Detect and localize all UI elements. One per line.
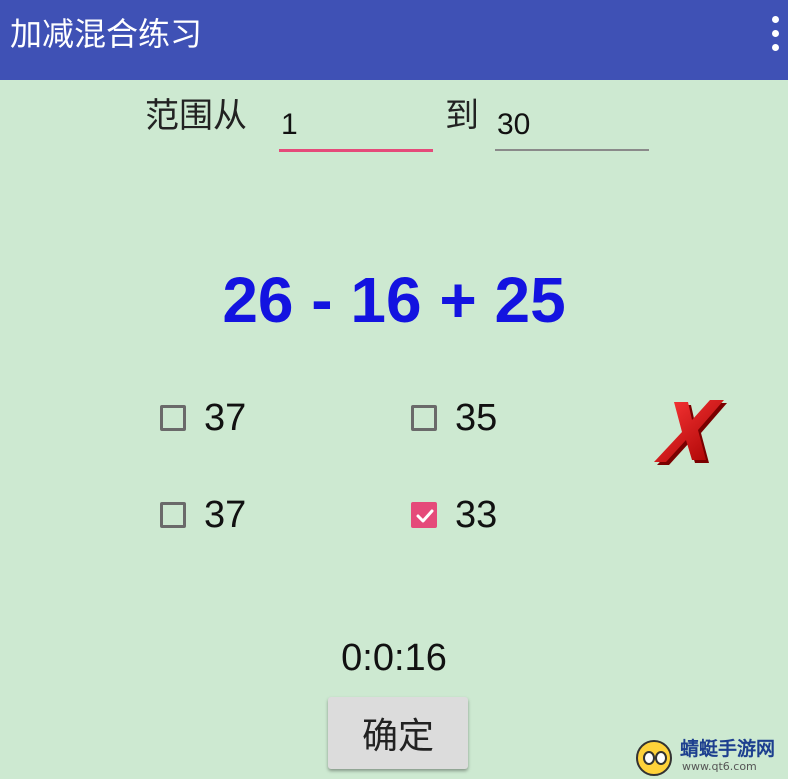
checkbox-unchecked[interactable] <box>160 502 186 528</box>
range-from-input[interactable] <box>281 106 429 144</box>
app-bar: 加减混合练习 <box>0 0 788 80</box>
timer: 0:0:16 <box>341 637 447 679</box>
range-from-label: 范围从 <box>145 96 247 136</box>
more-vert-icon[interactable] <box>766 14 786 54</box>
range-to-input[interactable] <box>497 106 645 144</box>
option-label: 33 <box>455 493 498 536</box>
option-1[interactable]: 37 <box>160 393 246 443</box>
checkbox-unchecked[interactable] <box>411 405 437 431</box>
watermark-text: 蜻蜓手游网 <box>680 738 776 760</box>
app-title: 加减混合练习 <box>10 15 203 53</box>
check-icon <box>416 509 434 523</box>
range-from-underline <box>279 149 433 152</box>
watermark: 蜻蜓手游网 www.qt6.com <box>636 738 784 776</box>
option-3[interactable]: 37 <box>160 490 246 540</box>
range-to-label: 到 <box>445 96 479 136</box>
watermark-url: www.qt6.com <box>682 760 757 773</box>
wrong-x-icon <box>654 400 727 465</box>
option-label: 37 <box>204 396 247 439</box>
checkbox-unchecked[interactable] <box>160 405 186 431</box>
mascot-icon <box>636 740 672 776</box>
checkbox-checked[interactable] <box>411 502 437 528</box>
range-to-underline <box>495 149 649 151</box>
option-2[interactable]: 35 <box>411 393 497 443</box>
option-label: 35 <box>455 396 498 439</box>
option-4[interactable]: 33 <box>411 490 497 540</box>
option-label: 37 <box>204 493 247 536</box>
confirm-button[interactable]: 确定 <box>328 697 468 769</box>
question-expression: 26 - 16 + 25 <box>222 264 566 336</box>
